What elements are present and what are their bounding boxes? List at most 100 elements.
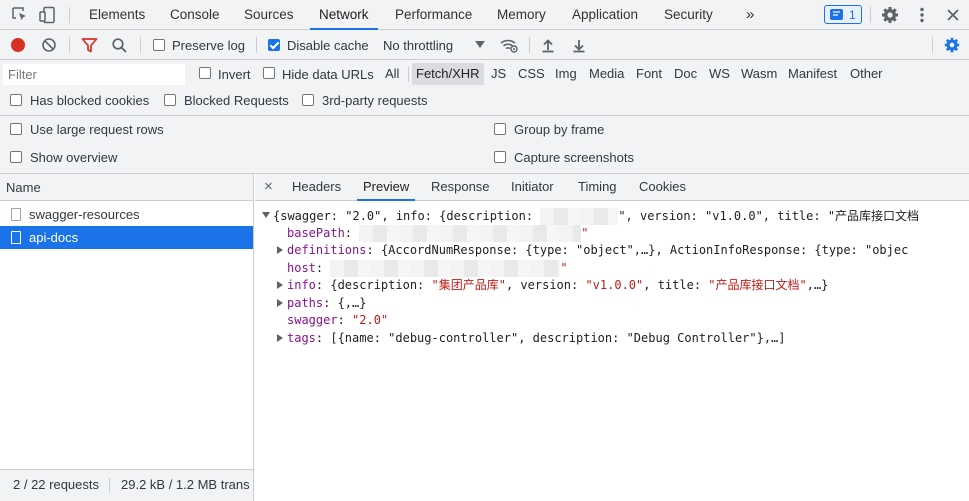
network-settings-gear-icon[interactable] [943, 36, 961, 54]
invert-checkbox[interactable] [199, 67, 211, 79]
tab-headers[interactable]: Headers [292, 174, 341, 201]
separator [140, 37, 141, 53]
tab-security[interactable]: Security [664, 0, 713, 30]
type-filter-manifest[interactable]: Manifest [784, 63, 841, 85]
network-conditions-icon[interactable] [499, 36, 519, 54]
network-settings-pane: Use large request rows Show overview Gro… [0, 116, 969, 174]
expand-triangle-icon[interactable] [277, 299, 283, 307]
type-filter-doc[interactable]: Doc [670, 63, 701, 85]
json-value: [{name: "debug-controller", description:… [330, 331, 786, 345]
expand-triangle-icon[interactable] [277, 334, 283, 342]
has-blocked-cookies-label: Has blocked cookies [30, 93, 150, 108]
record-icon[interactable] [11, 38, 25, 52]
type-filter-media[interactable]: Media [585, 63, 628, 85]
tab-initiator[interactable]: Initiator [511, 174, 554, 201]
has-blocked-cookies-checkbox[interactable] [10, 94, 22, 106]
preserve-log-checkbox[interactable] [153, 39, 165, 51]
json-info-line[interactable]: info: {description: "集团产品库", version: "v… [287, 277, 828, 294]
json-value: {description: [330, 278, 432, 292]
json-paths-line[interactable]: paths: {,…} [287, 295, 366, 312]
hide-data-urls-checkbox[interactable] [263, 67, 275, 79]
json-host-line: host: " [287, 260, 568, 277]
show-overview-label: Show overview [30, 150, 118, 165]
inspect-element-icon[interactable] [10, 5, 30, 25]
invert-label: Invert [218, 67, 251, 82]
filter-input[interactable] [3, 64, 185, 85]
tab-timing[interactable]: Timing [578, 174, 617, 201]
tab-preview[interactable]: Preview [357, 174, 416, 201]
throttling-select[interactable]: No throttling [383, 38, 453, 53]
separator [408, 67, 409, 82]
tab-response[interactable]: Response [431, 174, 490, 201]
collapse-triangle-icon[interactable] [262, 212, 270, 218]
json-string: "2.0" [352, 313, 389, 327]
filter-icon[interactable] [81, 37, 98, 54]
expand-triangle-icon[interactable] [277, 246, 283, 254]
tab-memory[interactable]: Memory [497, 0, 546, 30]
separator [870, 7, 871, 23]
type-filter-font[interactable]: Font [632, 63, 666, 85]
request-row-api-docs[interactable]: api-docs [0, 226, 253, 249]
search-icon[interactable] [111, 37, 128, 54]
type-filter-js[interactable]: JS [487, 63, 510, 85]
json-key: paths [287, 296, 324, 310]
json-root-line[interactable]: {swagger: "2.0", info: {description: ", … [273, 208, 919, 225]
close-detail-icon[interactable]: × [264, 174, 273, 201]
tab-cookies[interactable]: Cookies [639, 174, 686, 201]
devtools-tabbar: Elements Console Sources Network Perform… [0, 0, 969, 30]
json-definitions-line[interactable]: definitions: {AccordNumResponse: {type: … [287, 242, 908, 259]
gear-icon[interactable] [880, 5, 900, 25]
type-filter-other[interactable]: Other [846, 63, 887, 85]
tab-elements[interactable]: Elements [89, 0, 145, 30]
export-har-icon[interactable] [571, 37, 587, 53]
json-key: swagger [287, 313, 338, 327]
kebab-menu-icon[interactable] [912, 5, 932, 25]
json-value: , title: [643, 278, 709, 292]
separator [529, 37, 530, 53]
tab-application[interactable]: Application [572, 0, 638, 30]
tab-performance[interactable]: Performance [395, 0, 472, 30]
type-filter-img[interactable]: Img [551, 63, 581, 85]
dropdown-arrow-icon[interactable] [475, 41, 485, 48]
expand-triangle-icon[interactable] [277, 281, 283, 289]
separator [109, 478, 110, 493]
json-value: ,…} [806, 278, 829, 292]
import-har-icon[interactable] [540, 37, 556, 53]
preserve-log-label: Preserve log [172, 38, 245, 53]
device-toolbar-icon[interactable] [38, 5, 58, 25]
json-string: "集团产品库" [431, 278, 506, 292]
capture-screenshots-label: Capture screenshots [514, 150, 634, 165]
tab-console[interactable]: Console [170, 0, 220, 30]
show-overview-checkbox[interactable] [10, 151, 22, 163]
redacted-value [540, 208, 619, 225]
separator [256, 37, 257, 53]
disable-cache-checkbox[interactable] [268, 39, 280, 51]
json-key: host [287, 261, 316, 275]
redacted-value [330, 260, 561, 277]
json-key: basePath [287, 226, 345, 240]
json-value: , version: [505, 278, 586, 292]
json-tags-line[interactable]: tags: [{name: "debug-controller", descri… [287, 330, 786, 347]
tab-sources[interactable]: Sources [244, 0, 294, 30]
request-name: api-docs [29, 230, 79, 245]
capture-screenshots-checkbox[interactable] [494, 151, 506, 163]
close-icon[interactable] [943, 5, 963, 25]
issues-badge[interactable]: 1 [824, 5, 862, 24]
type-filter-ws[interactable]: WS [705, 63, 734, 85]
more-tabs-button[interactable]: » [746, 0, 754, 30]
name-column-header[interactable]: Name [0, 174, 253, 201]
request-row-swagger-resources[interactable]: swagger-resources [0, 203, 253, 226]
type-filter-css[interactable]: CSS [514, 63, 549, 85]
json-key: info [287, 278, 316, 292]
large-rows-checkbox[interactable] [10, 123, 22, 135]
type-filter-all[interactable]: All [381, 63, 403, 85]
blocked-requests-checkbox[interactable] [164, 94, 176, 106]
type-filter-fetch-xhr[interactable]: Fetch/XHR [412, 63, 484, 85]
blocked-requests-label: Blocked Requests [184, 93, 289, 108]
type-filter-wasm[interactable]: Wasm [737, 63, 781, 85]
tab-network[interactable]: Network [310, 0, 378, 30]
group-by-frame-checkbox[interactable] [494, 123, 506, 135]
third-party-checkbox[interactable] [302, 94, 314, 106]
document-icon [11, 208, 21, 221]
clear-icon[interactable] [41, 37, 57, 53]
